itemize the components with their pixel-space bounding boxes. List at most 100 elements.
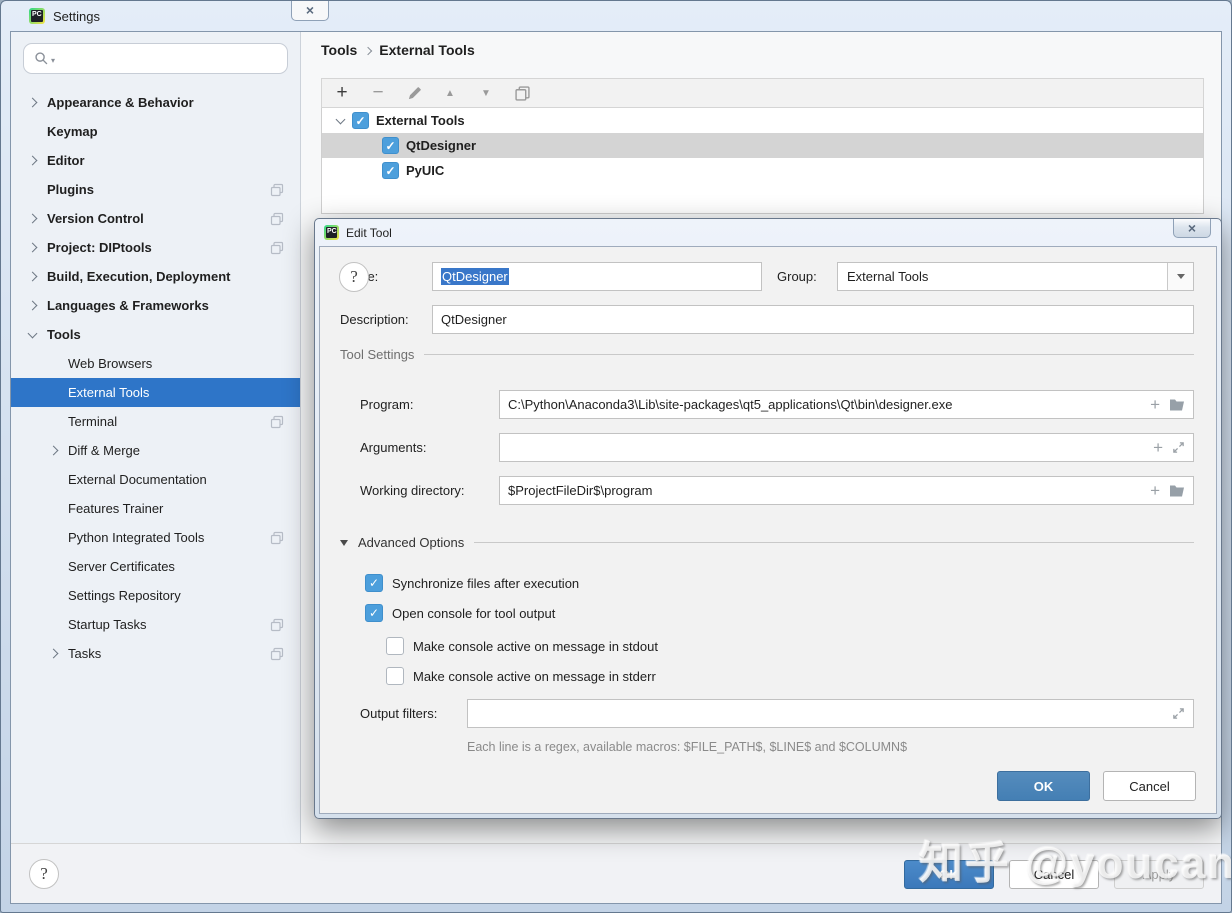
tool-settings-section: Tool Settings [340,347,1194,362]
edit-tool-dialog: Edit Tool × Name: QtDesigner Group: Exte… [314,218,1222,819]
external-tools-tree: ✓ External Tools ✓ QtDesigner ✓ PyUIC [321,108,1204,214]
sidebar-item-web-browsers[interactable]: Web Browsers [11,349,300,378]
sidebar-item-settings-repository[interactable]: Settings Repository [11,581,300,610]
sidebar-item-external-tools[interactable]: External Tools [11,378,300,407]
dialog-title: Edit Tool [346,225,392,240]
expand-field-icon[interactable] [1172,441,1185,454]
sidebar-item-keymap[interactable]: Keymap [11,117,300,146]
chevron-right-icon [27,300,37,311]
working-directory-label: Working directory: [360,483,465,498]
sidebar-item-languages-frameworks[interactable]: Languages & Frameworks [11,291,300,320]
help-button[interactable]: ? [29,859,59,889]
sidebar-item-label: Settings Repository [68,588,181,603]
breadcrumb-external-tools: External Tools [379,42,475,58]
name-input[interactable]: QtDesigner [432,262,762,291]
per-project-settings-icon [270,618,284,632]
program-label: Program: [360,397,414,412]
sidebar-item-label: Tasks [68,646,102,661]
sidebar-item-label: Appearance & Behavior [47,95,194,110]
checkbox-stdout[interactable]: ✓ [386,637,404,655]
browse-folder-icon[interactable] [1169,398,1185,411]
sidebar-item-appearance-behavior[interactable]: Appearance & Behavior [11,88,300,117]
dialog-close-button[interactable]: × [1173,219,1211,238]
sidebar-item-plugins[interactable]: Plugins [11,175,300,204]
copy-tool-button[interactable] [514,85,530,101]
expand-field-icon[interactable] [1172,707,1185,720]
sidebar-item-label: Editor [47,153,85,168]
group-label: Group: [777,269,817,284]
sidebar-item-tasks[interactable]: Tasks [11,639,300,668]
dialog-cancel-button[interactable]: Cancel [1103,771,1196,801]
arguments-input[interactable]: + [499,433,1194,462]
checkbox-sync-files[interactable]: ✓ [365,574,383,592]
edit-tool-titlebar[interactable]: Edit Tool [315,219,1221,246]
checkbox-pyuic[interactable]: ✓ [382,162,399,179]
sidebar-item-build-execution-deployment[interactable]: Build, Execution, Deployment [11,262,300,291]
checkbox-label: Make console active on message in stdout [413,638,658,654]
sync-files-checkbox-row[interactable]: ✓ Synchronize files after execution [365,572,579,594]
sidebar-item-label: Diff & Merge [68,443,141,458]
checkbox-open-console[interactable]: ✓ [365,604,383,622]
titlebar[interactable]: Settings [1,1,1231,31]
group-select[interactable]: External Tools [837,262,1194,291]
tree-row-pyuic[interactable]: ✓ PyUIC [322,158,1203,183]
chevron-down-icon [27,328,37,338]
tree-item-label: External Tools [376,113,465,128]
breadcrumb: Tools External Tools [321,42,475,58]
sidebar-item-label: Features Trainer [68,501,164,516]
edit-tool-button[interactable] [406,85,422,101]
tree-row-qtdesigner[interactable]: ✓ QtDesigner [322,133,1203,158]
sidebar-item-features-trainer[interactable]: Features Trainer [11,494,300,523]
checkbox-external-tools[interactable]: ✓ [352,112,369,129]
sidebar-item-external-documentation[interactable]: External Documentation [11,465,300,494]
sidebar-item-python-integrated-tools[interactable]: Python Integrated Tools [11,523,300,552]
checkbox-qtdesigner[interactable]: ✓ [382,137,399,154]
checkbox-stderr[interactable]: ✓ [386,667,404,685]
sidebar-item-server-certificates[interactable]: Server Certificates [11,552,300,581]
output-filters-hint: Each line is a regex, available macros: … [467,740,908,754]
insert-macro-icon[interactable]: + [1150,482,1160,499]
description-input[interactable]: QtDesigner [432,305,1194,334]
sidebar-item-editor[interactable]: Editor [11,146,300,175]
watermark: 知乎 @youcans [919,839,1232,888]
search-icon [34,51,49,66]
section-divider [424,354,1194,355]
sidebar-item-label: Web Browsers [68,356,153,371]
open-console-checkbox-row[interactable]: ✓ Open console for tool output [365,602,555,624]
output-filters-input[interactable] [467,699,1194,728]
dropdown-arrow-icon [1176,274,1185,279]
insert-macro-icon[interactable]: + [1153,439,1163,456]
checkbox-label: Synchronize files after execution [392,575,580,591]
stderr-checkbox-row[interactable]: ✓ Make console active on message in stde… [386,665,656,687]
sidebar-item-project-diptools[interactable]: Project: DIPtools [11,233,300,262]
group-dropdown-button[interactable] [1167,263,1193,290]
sidebar-item-tools[interactable]: Tools [11,320,300,349]
add-tool-button[interactable]: + [334,83,350,102]
sidebar-item-diff-merge[interactable]: Diff & Merge [11,436,300,465]
insert-macro-icon[interactable]: + [1150,396,1160,413]
program-input[interactable]: C:\Python\Anaconda3\Lib\site-packages\qt… [499,390,1194,419]
chevron-right-icon [48,445,58,456]
sidebar-item-label: Terminal [68,414,118,429]
per-project-settings-icon [270,647,284,661]
window-close-button[interactable]: × [291,1,329,21]
sidebar-item-label: Plugins [47,182,94,197]
dialog-ok-button[interactable]: OK [997,771,1090,801]
group-value: External Tools [847,269,929,284]
browse-folder-icon[interactable] [1169,484,1185,497]
dialog-help-button[interactable]: ? [339,262,369,292]
sidebar-item-terminal[interactable]: Terminal [11,407,300,436]
stdout-checkbox-row[interactable]: ✓ Make console active on message in stdo… [386,635,658,657]
tree-row-external-tools[interactable]: ✓ External Tools [322,108,1203,133]
move-down-button[interactable]: ▼ [478,85,494,101]
search-input[interactable]: ▾ [23,43,288,74]
sidebar-item-startup-tasks[interactable]: Startup Tasks [11,610,300,639]
section-divider [474,542,1194,543]
breadcrumb-tools[interactable]: Tools [321,42,357,58]
sidebar-item-label: Python Integrated Tools [68,530,205,545]
remove-tool-button[interactable]: − [370,83,386,102]
advanced-options-section[interactable]: Advanced Options [340,535,1194,550]
sidebar-item-version-control[interactable]: Version Control [11,204,300,233]
move-up-button[interactable]: ▲ [442,85,458,101]
working-directory-input[interactable]: $ProjectFileDir$\program + [499,476,1194,505]
